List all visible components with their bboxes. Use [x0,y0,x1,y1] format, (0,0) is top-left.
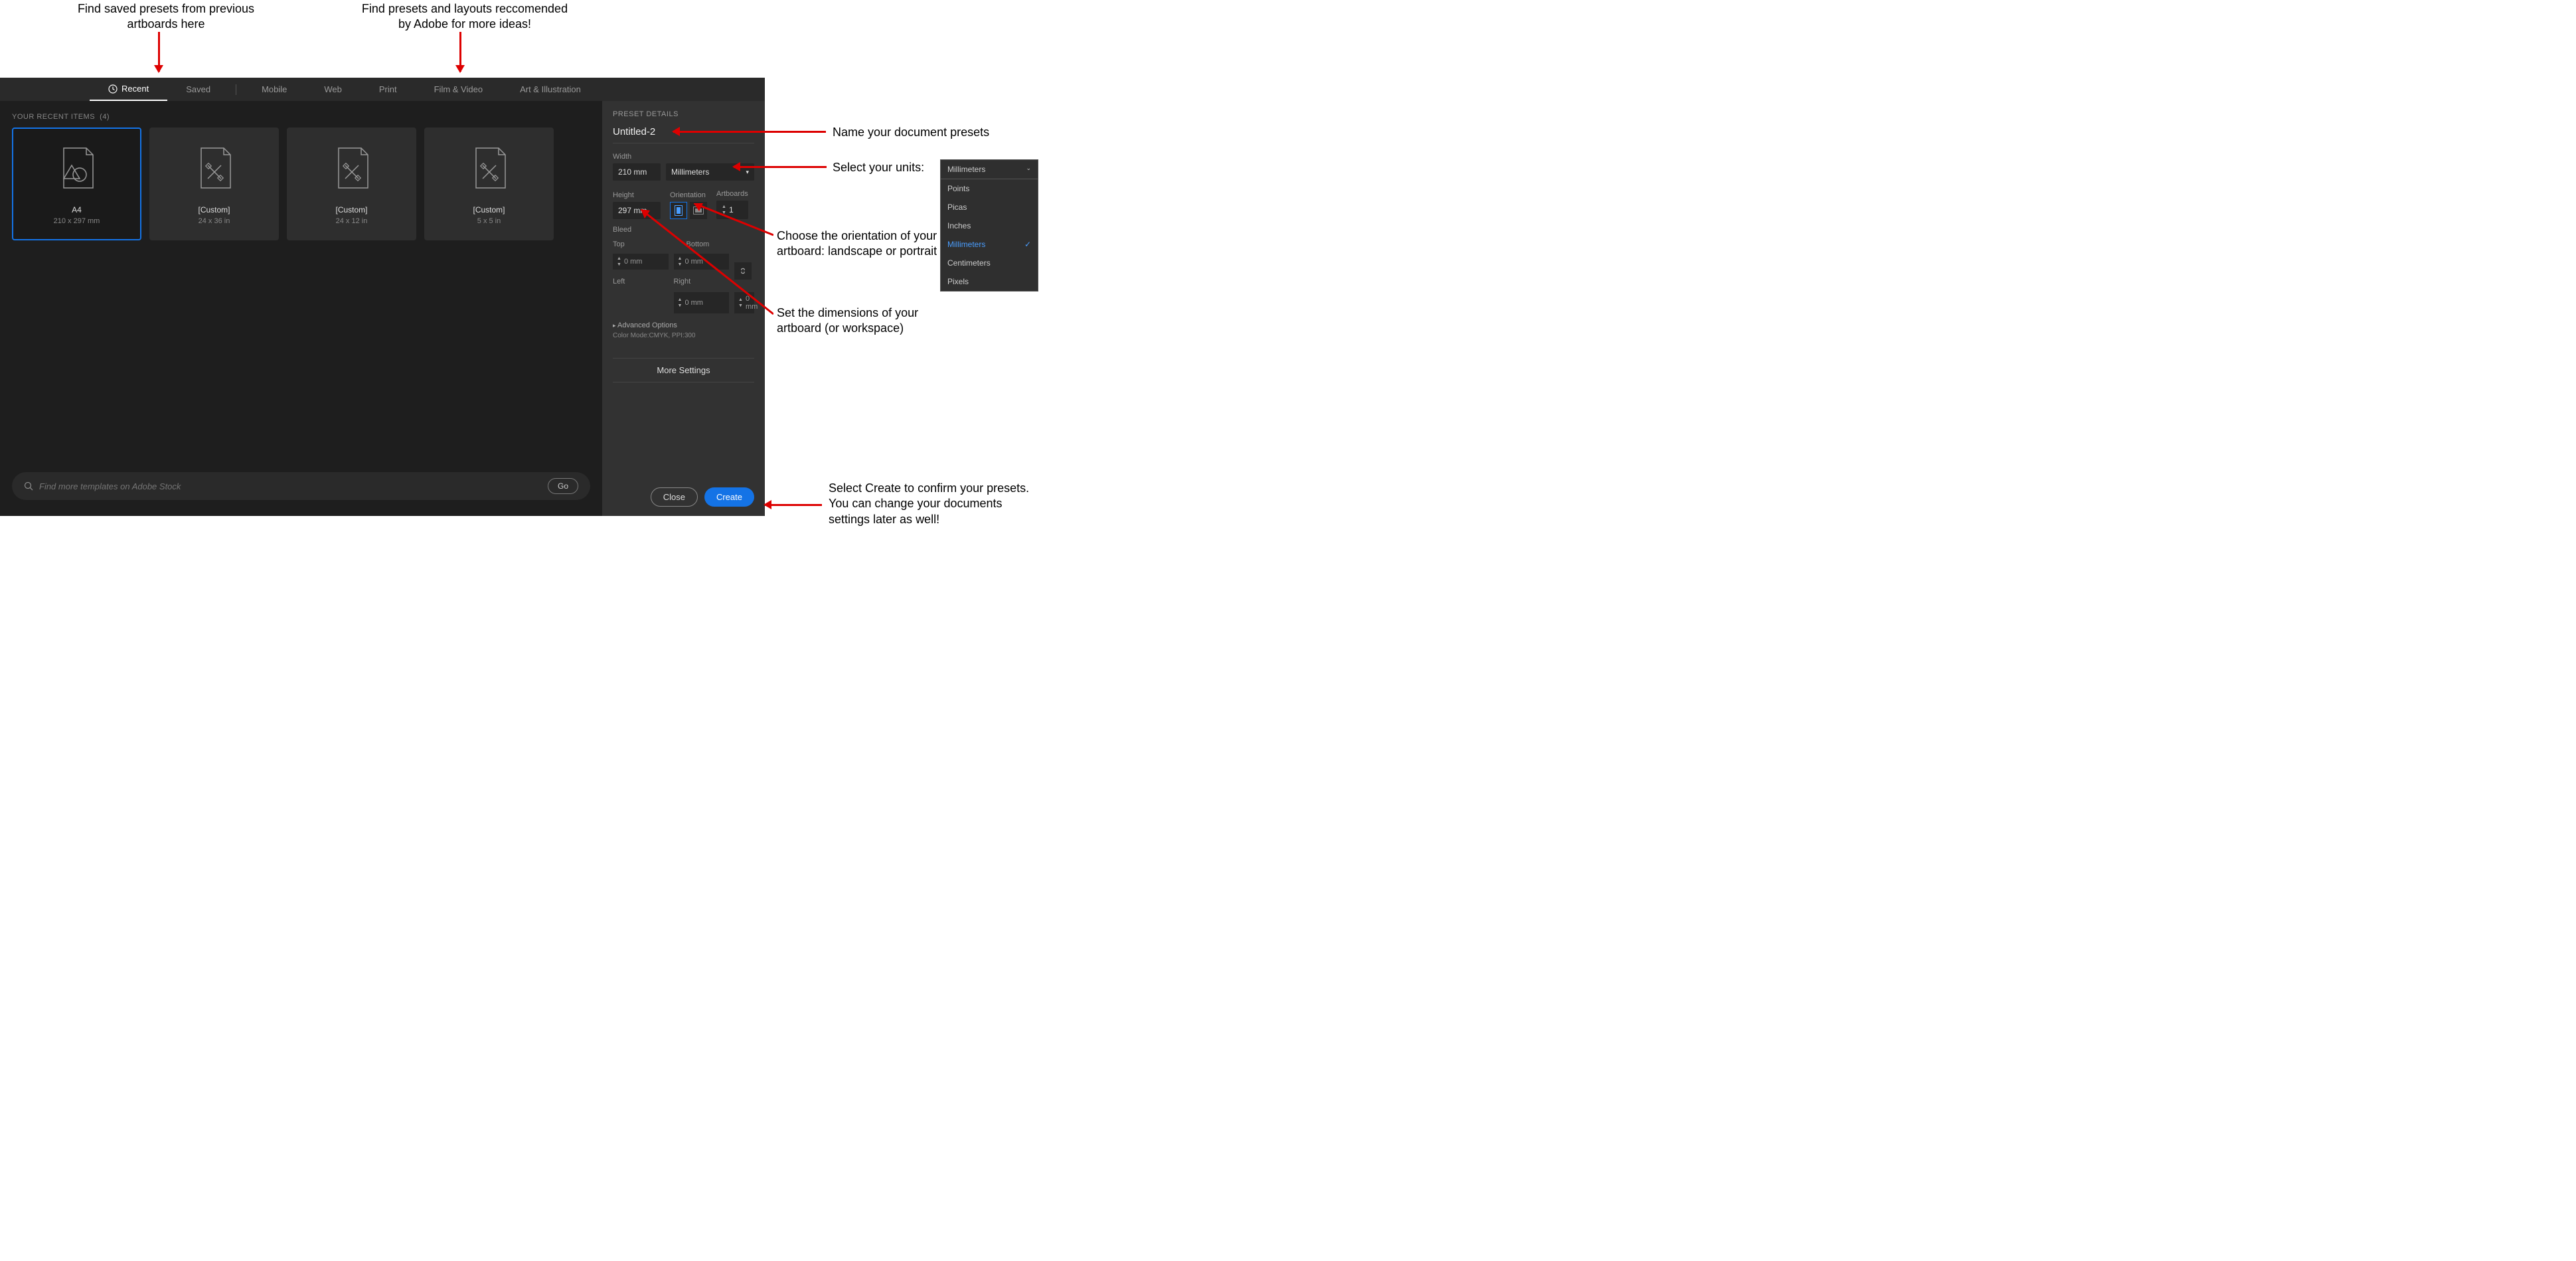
card-name: [Custom] [473,205,505,214]
tab-film-video[interactable]: Film & Video [416,78,501,101]
arrow-icon [673,131,826,133]
units-option[interactable]: Centimeters [941,254,1038,272]
category-tabs: Recent Saved Mobile Web Print Film & Vid… [0,78,765,101]
close-button[interactable]: Close [651,487,698,507]
chevron-right-icon: ▸ [613,322,616,329]
annotation-recommended: Find presets and layouts reccomendedby A… [345,1,584,33]
card-dims: 24 x 12 in [336,217,368,225]
units-option[interactable]: Pixels [941,272,1038,291]
tab-art-illustration[interactable]: Art & Illustration [501,78,600,101]
tab-label: Recent [121,84,149,94]
panel-title: PRESET DETAILS [613,110,754,118]
artboards-label: Artboards [716,190,748,198]
preset-card[interactable]: [Custom] 5 x 5 in [424,127,554,240]
search-icon [24,481,34,491]
arrow-icon [459,32,461,72]
card-name: [Custom] [198,205,230,214]
advanced-options-toggle[interactable]: ▸ Advanced Options [613,321,754,329]
chevron-down-icon: ⌄ [1026,165,1031,174]
arrow-icon [641,209,773,315]
arrow-icon [765,504,822,506]
card-name: A4 [72,205,82,214]
units-option[interactable]: Picas [941,198,1038,216]
arrow-icon [158,32,160,72]
annotation-orientation: Choose the orientation of your artboard:… [777,228,943,260]
document-name-field[interactable]: Untitled-2 [613,124,754,143]
color-mode-summary: Color Mode:CMYK, PPI:300 [613,332,754,339]
dialog-footer: Close Create [613,479,754,507]
preset-card[interactable]: [Custom] 24 x 12 in [287,127,416,240]
annotation-units: Select your units: [833,160,924,175]
tab-print[interactable]: Print [361,78,416,101]
preset-card[interactable]: A4 210 x 297 mm [12,127,141,240]
tab-saved[interactable]: Saved [167,78,229,101]
tools-doc-icon [469,143,509,193]
width-label: Width [613,153,754,161]
preset-cards: A4 210 x 297 mm [Custom] 24 x 36 in [Cus… [12,127,590,240]
units-dropdown-header[interactable]: Millimeters ⌄ [941,160,1038,179]
height-label: Height [613,191,661,199]
arrow-icon [734,166,827,168]
tools-doc-icon [332,143,372,193]
annotation-dimensions: Set the dimensions of your artboard (or … [777,305,949,337]
annotation-create: Select Create to confirm your presets. Y… [829,481,1041,527]
orientation-label: Orientation [670,191,707,199]
card-name: [Custom] [335,205,367,214]
go-button[interactable]: Go [548,478,578,494]
tab-recent[interactable]: Recent [90,78,167,101]
create-button[interactable]: Create [704,487,754,507]
stock-search-input[interactable] [39,481,548,491]
tab-mobile[interactable]: Mobile [243,78,305,101]
clock-icon [108,84,118,94]
chevron-down-icon: ▾ [746,169,749,176]
shapes-doc-icon [57,143,97,193]
preset-card[interactable]: [Custom] 24 x 36 in [149,127,279,240]
annotation-name: Name your document presets [833,125,989,140]
units-option[interactable]: Inches [941,216,1038,235]
card-dims: 210 x 297 mm [54,217,100,225]
width-field[interactable]: 210 mm [613,163,661,181]
more-settings-button[interactable]: More Settings [613,358,754,382]
tab-web[interactable]: Web [305,78,361,101]
units-dropdown: Millimeters ⌄ PointsPicasInchesMillimete… [940,159,1038,292]
preset-gallery: YOUR RECENT ITEMS (4) A4 210 x 297 mm [C… [0,101,602,516]
stock-search: Go [12,472,590,500]
annotation-saved: Find saved presets from previousartboard… [60,1,272,33]
card-dims: 24 x 36 in [199,217,230,225]
units-option[interactable]: Millimeters✓ [941,235,1038,254]
section-title: YOUR RECENT ITEMS (4) [12,113,590,121]
tools-doc-icon [195,143,234,193]
check-icon: ✓ [1024,240,1031,249]
units-option[interactable]: Points [941,179,1038,198]
card-dims: 5 x 5 in [477,217,501,225]
